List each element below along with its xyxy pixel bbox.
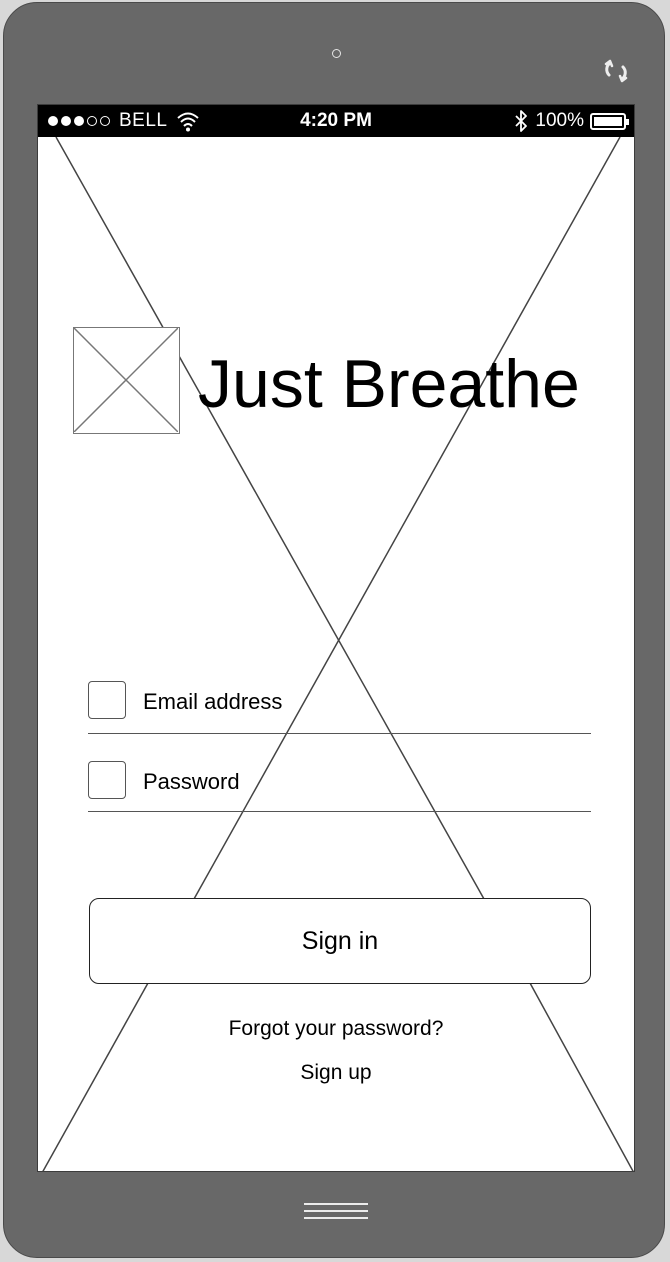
email-label: Email address <box>143 689 283 714</box>
status-bar: BELL 4:20 PM 100% <box>38 105 634 137</box>
password-field[interactable]: Password <box>88 761 591 812</box>
rotate-icon[interactable] <box>600 55 632 87</box>
status-right: 100% <box>513 109 629 133</box>
home-button-icon[interactable] <box>304 1203 368 1223</box>
password-label: Password <box>143 769 240 794</box>
bluetooth-icon <box>515 110 528 132</box>
phone-frame: BELL 4:20 PM 100% Just Breathe Email add… <box>3 2 665 1258</box>
battery-percent: 100% <box>535 110 584 131</box>
email-field[interactable]: Email address <box>88 681 591 734</box>
sign-up-link[interactable]: Sign up <box>38 1061 634 1085</box>
logo-placeholder-icon <box>73 327 180 434</box>
battery-icon <box>590 112 629 130</box>
battery-fill <box>594 116 622 126</box>
forgot-password-link[interactable]: Forgot your password? <box>38 1017 634 1041</box>
sign-in-button[interactable]: Sign in <box>89 898 591 984</box>
email-field-icon <box>88 681 126 719</box>
camera-icon <box>332 49 341 58</box>
screen: BELL 4:20 PM 100% Just Breathe Email add… <box>37 104 635 1172</box>
password-field-icon <box>88 761 126 799</box>
app-title: Just Breathe <box>198 346 580 422</box>
